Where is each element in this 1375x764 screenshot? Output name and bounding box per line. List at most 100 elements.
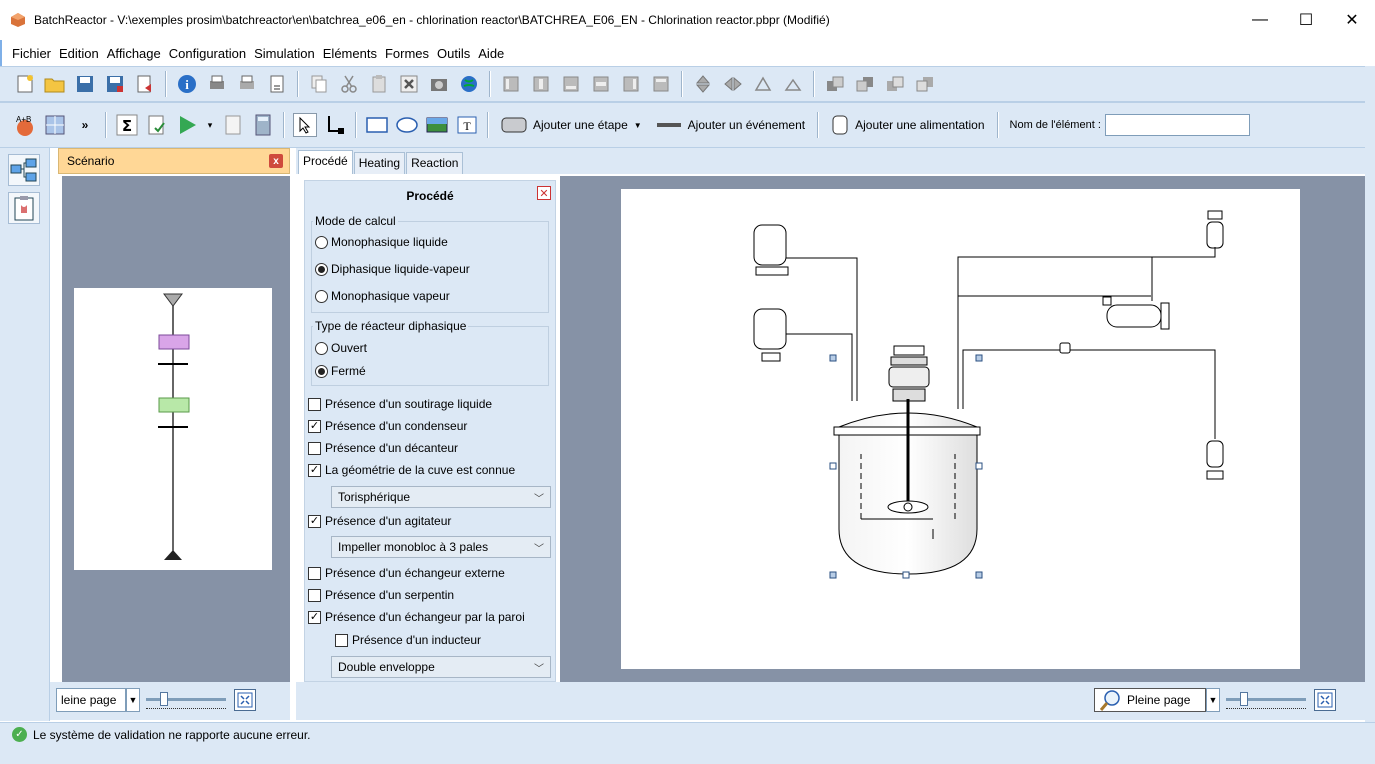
receiver-tank-1[interactable] [1206, 210, 1224, 249]
text-shape-icon[interactable]: T [455, 113, 479, 137]
fit-page-icon[interactable] [1314, 689, 1336, 711]
check-echangeur-externe[interactable]: Présence d'un échangeur externe [308, 566, 505, 580]
new-file-icon[interactable] [13, 72, 37, 96]
element-name-input[interactable] [1104, 114, 1250, 136]
info-icon[interactable]: i [175, 72, 199, 96]
clipboard-icon[interactable] [8, 192, 40, 224]
menu-fichier[interactable]: Fichier [8, 44, 55, 63]
radio-ferme[interactable]: Fermé [315, 364, 366, 378]
align-top-icon[interactable] [649, 72, 673, 96]
scenario-zoom-slider[interactable] [146, 688, 226, 712]
align-middle-icon[interactable] [589, 72, 613, 96]
close-button[interactable]: ✕ [1329, 0, 1375, 40]
snapshot-icon[interactable] [427, 72, 451, 96]
run-dropdown-icon[interactable]: ▾ [205, 113, 215, 137]
pointer-icon[interactable] [293, 113, 317, 137]
flip-vertical-icon[interactable] [691, 72, 715, 96]
feed-tank-1[interactable] [753, 224, 789, 276]
step-reaction[interactable] [158, 397, 190, 413]
wall-exchanger-select[interactable]: Double enveloppe ﹀ [331, 656, 551, 678]
add-feed-button[interactable]: Ajouter une alimentation [824, 111, 991, 139]
align-center-icon[interactable] [529, 72, 553, 96]
run-icon[interactable] [175, 113, 199, 137]
check-serpentin[interactable]: Présence d'un serpentin [308, 588, 454, 602]
compounds-icon[interactable]: A+B [13, 113, 37, 137]
thermo-icon[interactable] [43, 113, 67, 137]
save-as-icon[interactable] [103, 72, 127, 96]
checklist-icon[interactable] [145, 113, 169, 137]
check-soutirage[interactable]: Présence d'un soutirage liquide [308, 397, 492, 411]
check-inducteur[interactable]: Présence d'un inducteur [335, 633, 481, 647]
close-icon[interactable]: ✕ [537, 186, 551, 200]
chevron-down-icon[interactable]: ▼ [634, 121, 642, 130]
open-folder-icon[interactable] [43, 72, 67, 96]
copy-icon[interactable] [307, 72, 331, 96]
report-icon[interactable] [265, 72, 289, 96]
flip-horizontal-icon[interactable] [721, 72, 745, 96]
menu-edition[interactable]: Edition [55, 44, 103, 63]
image-shape-icon[interactable] [425, 113, 449, 137]
more-chevron-icon[interactable]: » [73, 113, 97, 137]
radio-monophasique-liquide[interactable]: Monophasique liquide [315, 235, 448, 249]
check-decanteur[interactable]: Présence d'un décanteur [308, 441, 458, 455]
close-icon[interactable]: x [269, 154, 283, 168]
globe-icon[interactable] [457, 72, 481, 96]
menu-formes[interactable]: Formes [381, 44, 433, 63]
rectangle-shape-icon[interactable] [365, 113, 389, 137]
rotate-left-icon[interactable] [751, 72, 775, 96]
flowchart-icon[interactable] [8, 154, 40, 186]
main-zoom-slider[interactable] [1226, 688, 1306, 712]
send-back-icon[interactable] [853, 72, 877, 96]
check-agitateur[interactable]: ✓ Présence d'un agitateur [308, 514, 451, 528]
chevron-down-icon[interactable]: ▼ [1206, 688, 1220, 712]
print-icon[interactable] [205, 72, 229, 96]
connector-icon[interactable] [323, 113, 347, 137]
step-heating[interactable] [158, 334, 190, 350]
menu-elements[interactable]: Eléments [319, 44, 381, 63]
bring-forward-icon[interactable] [883, 72, 907, 96]
scenario-canvas[interactable] [74, 288, 272, 570]
align-left-icon[interactable] [499, 72, 523, 96]
tab-heating[interactable]: Heating [353, 152, 406, 174]
add-step-button[interactable]: Ajouter une étape ▼ [494, 111, 649, 139]
send-backward-icon[interactable] [913, 72, 937, 96]
print-preview-icon[interactable] [235, 72, 259, 96]
main-zoom-select[interactable]: Pleine page [1094, 688, 1206, 712]
menu-outils[interactable]: Outils [433, 44, 474, 63]
calculator-icon[interactable] [251, 113, 275, 137]
maximize-button[interactable]: ☐ [1283, 0, 1329, 40]
reactor-vessel[interactable] [833, 399, 981, 575]
align-bottom-icon[interactable] [559, 72, 583, 96]
agitator-select[interactable]: Impeller monobloc à 3 pales ﹀ [331, 536, 551, 558]
align-right-icon[interactable] [619, 72, 643, 96]
chevron-down-icon[interactable]: ▼ [126, 688, 140, 712]
radio-diphasique[interactable]: Diphasique liquide-vapeur [315, 262, 470, 276]
document-icon[interactable] [221, 113, 245, 137]
menu-configuration[interactable]: Configuration [165, 44, 250, 63]
minimize-button[interactable]: — [1237, 0, 1283, 40]
geometry-select[interactable]: Torisphérique ﹀ [331, 486, 551, 508]
radio-ouvert[interactable]: Ouvert [315, 341, 367, 355]
receiver-tank-2[interactable] [1206, 440, 1224, 480]
agitator-motor[interactable] [888, 345, 930, 402]
menu-affichage[interactable]: Affichage [103, 44, 165, 63]
condenser[interactable] [1102, 296, 1170, 330]
check-condenseur[interactable]: ✓ Présence d'un condenseur [308, 419, 467, 433]
bring-front-icon[interactable] [823, 72, 847, 96]
save-icon[interactable] [73, 72, 97, 96]
scenario-tab[interactable]: Scénario x [58, 148, 290, 174]
sum-icon[interactable]: Σ [115, 113, 139, 137]
delete-icon[interactable] [397, 72, 421, 96]
check-geometrie[interactable]: ✓ La géométrie de la cuve est connue [308, 463, 515, 477]
fit-page-icon[interactable] [234, 689, 256, 711]
add-event-button[interactable]: Ajouter un événement [649, 111, 812, 139]
export-icon[interactable] [133, 72, 157, 96]
valve[interactable] [1059, 342, 1071, 354]
cut-icon[interactable] [337, 72, 361, 96]
tab-procede[interactable]: Procédé [298, 150, 353, 174]
rotate-right-icon[interactable] [781, 72, 805, 96]
main-diagram-canvas[interactable] [621, 189, 1300, 669]
menu-simulation[interactable]: Simulation [250, 44, 319, 63]
paste-icon[interactable] [367, 72, 391, 96]
scenario-zoom-select[interactable]: leine page [56, 688, 126, 712]
